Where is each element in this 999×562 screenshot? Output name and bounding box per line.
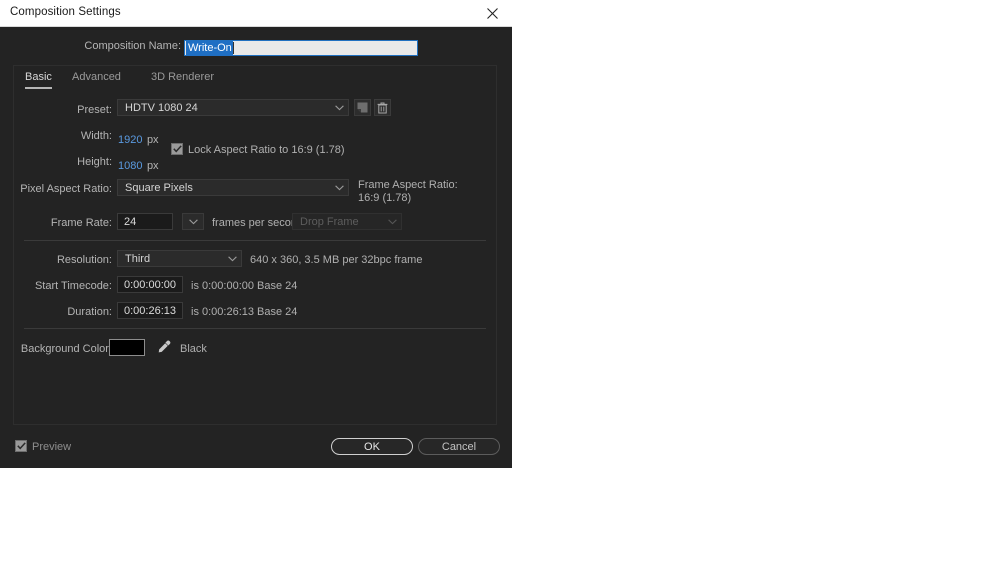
width-unit: px [146,134,159,146]
frame-aspect-ratio-value: 16:9 (1.78) [358,192,412,204]
frame-rate-label: Frame Rate: [50,217,112,229]
resolution-label: Resolution: [56,254,112,266]
pixel-aspect-ratio-select[interactable]: Square Pixels [117,179,349,196]
background-color-label: Background Color: [20,343,112,355]
lock-aspect-ratio-checkbox[interactable] [171,143,183,155]
frame-rate-input[interactable]: 24 [117,213,173,230]
resolution-select[interactable]: Third [117,250,242,267]
drop-frame-select: Drop Frame [292,213,402,230]
pixel-aspect-ratio-label: Pixel Aspect Ratio: [20,183,112,195]
lock-aspect-ratio-label: Lock Aspect Ratio to 16:9 (1.78) [188,144,345,156]
trash-icon[interactable] [374,99,391,116]
preview-checkbox[interactable] [15,440,27,452]
chevron-down-icon [330,104,348,111]
start-timecode-input[interactable]: 0:00:00:00 [117,276,183,293]
composition-settings-dialog: Composition Settings Composition Name: W… [0,0,512,468]
eyedropper-icon[interactable] [156,339,172,355]
chevron-down-icon [330,184,348,191]
composition-name-input[interactable]: Write-On [184,40,418,56]
tab-basic[interactable]: Basic [25,71,52,89]
separator-2 [24,328,486,329]
background-color-name: Black [180,343,207,355]
chevron-down-icon [183,218,203,225]
cancel-button[interactable]: Cancel [418,438,500,455]
text-caret [232,42,234,54]
start-timecode-info: is 0:00:00:00 Base 24 [191,280,298,292]
height-value-group[interactable]: 1080 px [118,156,159,174]
chevron-down-icon [383,218,401,225]
duration-input[interactable]: 0:00:26:13 [117,302,183,319]
duration-info: is 0:00:26:13 Base 24 [191,306,298,318]
drop-frame-value: Drop Frame [300,215,359,228]
dialog-title: Composition Settings [10,6,121,18]
width-value-group[interactable]: 1920 px [118,130,159,148]
preset-select-value: HDTV 1080 24 [125,101,198,114]
width-label: Width: [80,130,112,142]
settings-panel: Basic Advanced 3D Renderer Preset: HDTV … [13,65,497,425]
dialog-footer: Preview OK Cancel [0,430,512,468]
tab-advanced[interactable]: Advanced [72,71,121,87]
frames-per-second-label: frames per second [212,217,304,229]
tab-3d-renderer[interactable]: 3D Renderer [151,71,214,87]
chevron-down-icon [223,255,241,262]
composition-name-label: Composition Name: [84,40,181,52]
background-color-swatch[interactable] [109,339,145,356]
start-timecode-label: Start Timecode: [34,280,112,292]
preset-select[interactable]: HDTV 1080 24 [117,99,349,116]
close-icon[interactable] [472,0,512,26]
save-preset-icon[interactable] [354,99,371,116]
frame-aspect-ratio-label: Frame Aspect Ratio: [358,179,458,191]
screen: Composition Settings Composition Name: W… [0,0,999,562]
dialog-titlebar: Composition Settings [0,0,512,27]
preview-label: Preview [32,441,72,453]
frame-rate-dropdown-button[interactable] [182,213,204,230]
height-label: Height: [77,156,112,168]
composition-name-value: Write-On [186,40,233,56]
ok-button[interactable]: OK [331,438,413,455]
duration-label: Duration: [67,306,112,318]
preset-label: Preset: [77,104,112,116]
width-value: 1920 [118,134,143,146]
separator-1 [24,240,486,241]
pixel-aspect-ratio-value: Square Pixels [125,181,193,194]
height-unit: px [146,160,159,172]
height-value: 1080 [118,160,143,172]
resolution-info: 640 x 360, 3.5 MB per 32bpc frame [250,254,423,266]
resolution-value: Third [125,252,151,265]
